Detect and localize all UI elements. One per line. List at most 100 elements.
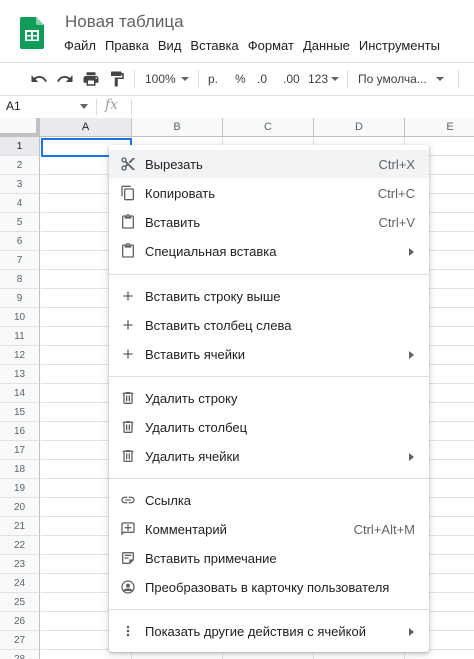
submenu-arrow-icon — [409, 453, 414, 461]
dropdown-arrow-icon — [331, 77, 340, 81]
menu-item-label: Вставить столбец слева — [145, 318, 292, 333]
person-chip-icon — [121, 580, 135, 594]
menu-item-label: Показать другие действия с ячейкой — [145, 624, 366, 639]
row-header[interactable]: 13 — [0, 365, 40, 384]
toolbar-divider — [458, 70, 459, 88]
row-header[interactable]: 19 — [0, 479, 40, 498]
menu-edit[interactable]: Правка — [105, 38, 149, 53]
print-button[interactable] — [82, 63, 100, 95]
row-header[interactable]: 25 — [0, 593, 40, 612]
redo-button[interactable] — [56, 63, 74, 95]
menu-item-insert-row-above[interactable]: Вставить строку выше — [109, 282, 429, 310]
clipboard-icon — [122, 214, 134, 229]
row-header[interactable]: 20 — [0, 498, 40, 517]
sheets-logo-icon[interactable] — [20, 17, 44, 49]
row-header[interactable]: 7 — [0, 251, 40, 270]
menu-divider — [109, 478, 429, 479]
add-comment-icon — [121, 522, 135, 536]
menu-tools[interactable]: Инструменты — [359, 38, 440, 53]
row-header[interactable]: 5 — [0, 213, 40, 232]
row-header[interactable]: 8 — [0, 270, 40, 289]
menu-item-insert-note[interactable]: Вставить примечание — [109, 544, 429, 572]
select-all-corner[interactable] — [0, 118, 40, 137]
menu-insert[interactable]: Вставка — [190, 38, 238, 53]
submenu-arrow-icon — [409, 351, 414, 359]
name-box[interactable]: A1 — [6, 99, 21, 113]
row-header[interactable]: 1 — [0, 137, 40, 156]
menu-divider — [109, 376, 429, 377]
row-header[interactable]: 26 — [0, 612, 40, 631]
row-header[interactable]: 14 — [0, 384, 40, 403]
print-icon — [83, 72, 99, 86]
menu-item-cut[interactable]: Вырезать Ctrl+X — [109, 150, 429, 178]
menu-item-label: Комментарий — [145, 522, 227, 537]
menu-item-delete-row[interactable]: Удалить строку — [109, 384, 429, 412]
formula-bar: A1 fx — [0, 96, 474, 119]
column-header[interactable]: B — [132, 118, 223, 137]
paint-format-button[interactable] — [108, 63, 126, 95]
currency-format-button[interactable]: р. — [208, 63, 218, 95]
row-header[interactable]: 15 — [0, 403, 40, 422]
row-header[interactable]: 28 — [0, 650, 40, 659]
menu-item-delete-cells[interactable]: Удалить ячейки — [109, 442, 429, 470]
column-header[interactable]: E — [405, 118, 474, 137]
menu-file[interactable]: Файл — [64, 38, 96, 53]
menu-item-label: Копировать — [145, 186, 215, 201]
row-header[interactable]: 12 — [0, 346, 40, 365]
font-select[interactable]: По умолча... — [358, 63, 445, 95]
undo-button[interactable] — [30, 63, 48, 95]
menu-item-convert-to-people-chip[interactable]: Преобразовать в карточку пользователя — [109, 573, 429, 601]
row-header[interactable]: 21 — [0, 517, 40, 536]
row-header[interactable]: 23 — [0, 555, 40, 574]
column-header[interactable]: D — [314, 118, 405, 137]
menu-item-label: Удалить ячейки — [145, 449, 240, 464]
row-header[interactable]: 16 — [0, 422, 40, 441]
submenu-arrow-icon — [409, 248, 414, 256]
shortcut-label: Ctrl+X — [378, 157, 415, 172]
row-header[interactable]: 18 — [0, 460, 40, 479]
menu-divider — [109, 609, 429, 610]
number-format-select[interactable]: 123 — [308, 63, 340, 95]
formula-input[interactable] — [136, 98, 466, 116]
number-format-label: 123 — [308, 72, 329, 86]
menu-item-copy[interactable]: Копировать Ctrl+C — [109, 179, 429, 207]
trash-icon — [122, 450, 134, 462]
row-header[interactable]: 2 — [0, 156, 40, 175]
link-icon — [121, 496, 135, 504]
menu-format[interactable]: Формат — [248, 38, 294, 53]
row-header[interactable]: 6 — [0, 232, 40, 251]
percent-format-button[interactable]: % — [235, 63, 246, 95]
name-box-arrow-icon[interactable] — [80, 104, 88, 109]
menu-item-insert-column-left[interactable]: Вставить столбец слева — [109, 311, 429, 339]
column-header[interactable]: C — [223, 118, 314, 137]
menu-item-label: Ссылка — [145, 493, 192, 508]
row-header[interactable]: 17 — [0, 441, 40, 460]
increase-decimal-button[interactable]: .00 — [283, 63, 300, 95]
row-header[interactable]: 9 — [0, 289, 40, 308]
row-header[interactable]: 10 — [0, 308, 40, 327]
menu-item-delete-column[interactable]: Удалить столбец — [109, 413, 429, 441]
menu-item-comment[interactable]: Комментарий Ctrl+Alt+M — [109, 515, 429, 543]
row-header[interactable]: 22 — [0, 536, 40, 555]
dropdown-arrow-icon — [435, 77, 444, 81]
decrease-decimal-button[interactable]: .0 — [257, 63, 267, 95]
column-header[interactable]: A — [40, 118, 132, 137]
menu-item-link[interactable]: Ссылка — [109, 486, 429, 514]
dropdown-arrow-icon — [180, 77, 189, 81]
menu-data[interactable]: Данные — [303, 38, 350, 53]
document-title[interactable]: Новая таблица — [65, 12, 184, 32]
zoom-select[interactable]: 100% — [145, 63, 190, 95]
row-header[interactable]: 3 — [0, 175, 40, 194]
note-icon — [122, 552, 134, 564]
trash-icon — [122, 392, 134, 404]
row-header[interactable]: 11 — [0, 327, 40, 346]
menu-item-paste-special[interactable]: Специальная вставка — [109, 237, 429, 265]
row-header[interactable]: 4 — [0, 194, 40, 213]
menu-item-insert-cells[interactable]: Вставить ячейки — [109, 340, 429, 368]
menu-item-label: Специальная вставка — [145, 244, 277, 259]
row-header[interactable]: 27 — [0, 631, 40, 650]
menu-view[interactable]: Вид — [158, 38, 182, 53]
menu-item-paste[interactable]: Вставить Ctrl+V — [109, 208, 429, 236]
row-header[interactable]: 24 — [0, 574, 40, 593]
menu-item-more-cell-actions[interactable]: Показать другие действия с ячейкой — [109, 617, 429, 645]
